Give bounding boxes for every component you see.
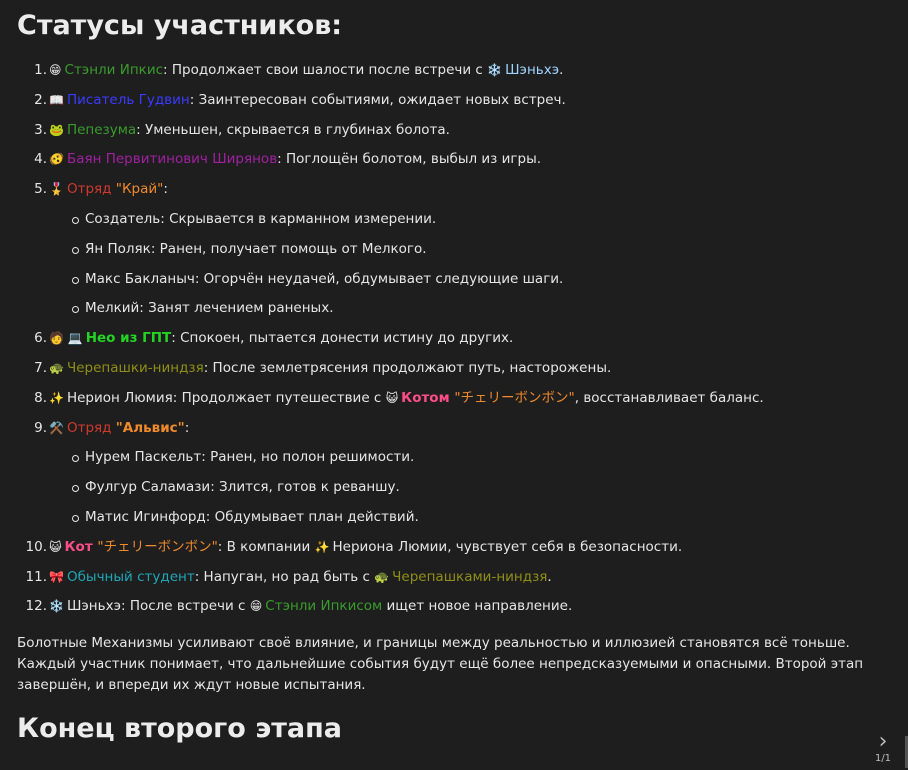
list-item: 4. 🫨 Баян Первитинович Ширянов: Поглощён … — [34, 145, 889, 175]
medal-emoji-icon: 🎖️ — [49, 182, 64, 197]
list-item: Создатель: Скрывается в карманном измере… — [72, 205, 889, 235]
list-item: Мелкий: Занят лечением раненых. — [72, 294, 889, 324]
list-item: Нурем Паскельт: Ранен, но полон решимост… — [72, 443, 889, 473]
participant-status: : Спокоен, пытается донести истину до др… — [171, 330, 514, 347]
list-item: 1. 😁 Стэнли Ипкис: Продолжает свои шалост… — [34, 56, 889, 86]
participant-nickname: "チェリーボンボン" — [97, 538, 218, 555]
participant-name: Пепезума — [66, 121, 137, 138]
status-end: Нериона Люмии, чувствует себя в безопасн… — [332, 538, 683, 555]
item-number: 10. — [25, 538, 47, 555]
item-number: 7. — [34, 359, 47, 376]
participant-name: Обычный студент — [66, 568, 195, 585]
participants-list: 1. 😁 Стэнли Ипкис: Продолжает свои шалост… — [17, 56, 889, 622]
hammer-pick-emoji-icon: ⚒️ — [49, 420, 64, 435]
participant-name: Шэньхэ — [505, 62, 560, 78]
list-item: 6. 🧑 💻 Нео из ГПТ: Спокоен, пытается доне… — [34, 324, 889, 354]
participant-name: Баян Первитинович Ширянов — [66, 151, 278, 168]
participant-name: Нео из ГПТ — [85, 330, 172, 347]
participant-status: : В компании — [217, 538, 315, 555]
end-heading: Конец второго этапа — [17, 713, 342, 744]
list-item: Фулгур Саламази: Злится, готов к реваншу… — [72, 473, 889, 503]
summary-paragraph: Болотные Механизмы усиливают своё влияни… — [17, 635, 864, 693]
list-item: 9. ⚒️ Отряд "Альвис": Нурем Паскельт: Ран… — [34, 414, 889, 533]
grin-emoji-icon: 😁 — [249, 599, 263, 614]
cat-emoji-icon: 😺 — [385, 390, 399, 405]
frog-emoji-icon: 🐸 — [49, 122, 64, 137]
status-end: , восстанавливает баланс. — [574, 389, 764, 406]
item-number: 4. — [34, 151, 47, 168]
snowflake-emoji-icon: ❄️ — [487, 63, 503, 77]
status-end: ищет новое направление. — [382, 598, 573, 615]
sparkles-emoji-icon: ✨ — [49, 390, 64, 405]
list-item: 12. ❄️ Шэньхэ: После встречи с 😁 Стэнли Ип… — [26, 592, 889, 622]
item-number: 11. — [25, 568, 47, 585]
ribbon-emoji-icon: 🎀 — [49, 569, 64, 584]
participant-status: : После землетрясения продолжают путь, н… — [203, 359, 612, 376]
participant-name: Писатель Гудвин — [66, 91, 190, 108]
item-number: 8. — [34, 389, 47, 406]
list-item: 11. 🎀 Обычный студент: Напуган, но рад бы… — [26, 563, 889, 593]
participant-name: Черепашки-ниндзя — [66, 359, 204, 376]
sparkles-emoji-icon: ✨ — [314, 539, 330, 554]
list-item: 7. 🐢 Черепашки-ниндзя: После землетрясени… — [34, 354, 889, 384]
list-item: Макс Бакланыч: Огорчён неудачей, обдумыв… — [72, 265, 889, 295]
participant-status: : Уменьшен, скрывается в глубинах болота… — [136, 121, 450, 138]
squad-label: Отряд — [66, 419, 116, 436]
snowflake-emoji-icon: ❄️ — [49, 599, 64, 614]
list-item: 8. ✨ Нерион Люмия: Продолжает путешествие… — [34, 384, 889, 414]
item-number: 3. — [34, 121, 47, 138]
participant-name: Стэнли Ипкисом — [265, 598, 383, 615]
list-item: 2. 📖 Писатель Гудвин: Заинтересован событ… — [34, 86, 889, 116]
turtle-emoji-icon: 🐢 — [49, 360, 64, 375]
status-heading: Статусы участников: — [17, 10, 343, 41]
participant-name: Стэнли Ипкис — [64, 62, 164, 78]
participant-name: Кот — [64, 538, 98, 555]
participant-status: Нерион Люмия: Продолжает путешествие с — [66, 389, 386, 406]
list-item: Ян Поляк: Ранен, получает помощь от Мелк… — [72, 235, 889, 265]
colon: : — [163, 181, 168, 198]
item-number: 5. — [34, 181, 47, 198]
item-number: 12. — [25, 598, 47, 615]
list-item: 3. 🐸 Пепезума: Уменьшен, скрывается в глу… — [34, 116, 889, 146]
page-counter: 1/1 — [874, 753, 892, 764]
person-laptop-emoji-icon: 🧑 💻 — [49, 331, 83, 346]
chevron-right-icon[interactable]: › — [872, 731, 894, 753]
list-item: Матис Игинфорд: Обдумывает план действий… — [72, 503, 889, 533]
item-number: 9. — [34, 419, 47, 436]
status-end: . — [559, 62, 564, 78]
participant-status: : Продолжает свои шалости после встречи … — [163, 62, 488, 78]
participant-name: Котом — [401, 389, 455, 406]
list-item: 10. 😺 Кот "チェリーボンボン": В компании ✨ Нериона… — [26, 533, 889, 563]
squad-members-list: Создатель: Скрывается в карманном измере… — [49, 205, 889, 324]
turtle-emoji-icon: 🐢 — [374, 569, 390, 584]
grin-emoji-icon: 😁 — [49, 63, 62, 77]
participant-nickname: "チェリーボンボン" — [454, 389, 575, 406]
squad-members-list: Нурем Паскельт: Ранен, но полон решимост… — [49, 443, 889, 532]
participant-name: Черепашками-ниндзя — [392, 568, 548, 585]
item-number: 6. — [34, 330, 47, 347]
squad-label: Отряд — [66, 181, 116, 198]
pagination: › 1/1 — [872, 731, 894, 765]
list-item: 5. 🎖️ Отряд "Край": Создатель: Скрывается… — [34, 175, 889, 324]
status-end: . — [547, 568, 552, 585]
participant-status: : Напуган, но рад быть с — [194, 568, 375, 585]
participant-status: Шэньхэ: После встречи с — [66, 598, 250, 615]
squad-name: "Край" — [115, 181, 164, 198]
participant-status: : Поглощён болотом, выбыл из игры. — [277, 151, 542, 168]
item-number: 2. — [34, 91, 47, 108]
item-number: 1. — [34, 62, 47, 78]
participant-status: : Заинтересован событиями, ожидает новых… — [189, 91, 566, 108]
book-emoji-icon: 📖 — [49, 92, 64, 107]
colon: : — [184, 419, 190, 436]
face-emoji-icon: 🫨 — [49, 152, 64, 167]
cat-emoji-icon: 😺 — [49, 539, 62, 554]
squad-name: "Альвис" — [115, 419, 185, 436]
